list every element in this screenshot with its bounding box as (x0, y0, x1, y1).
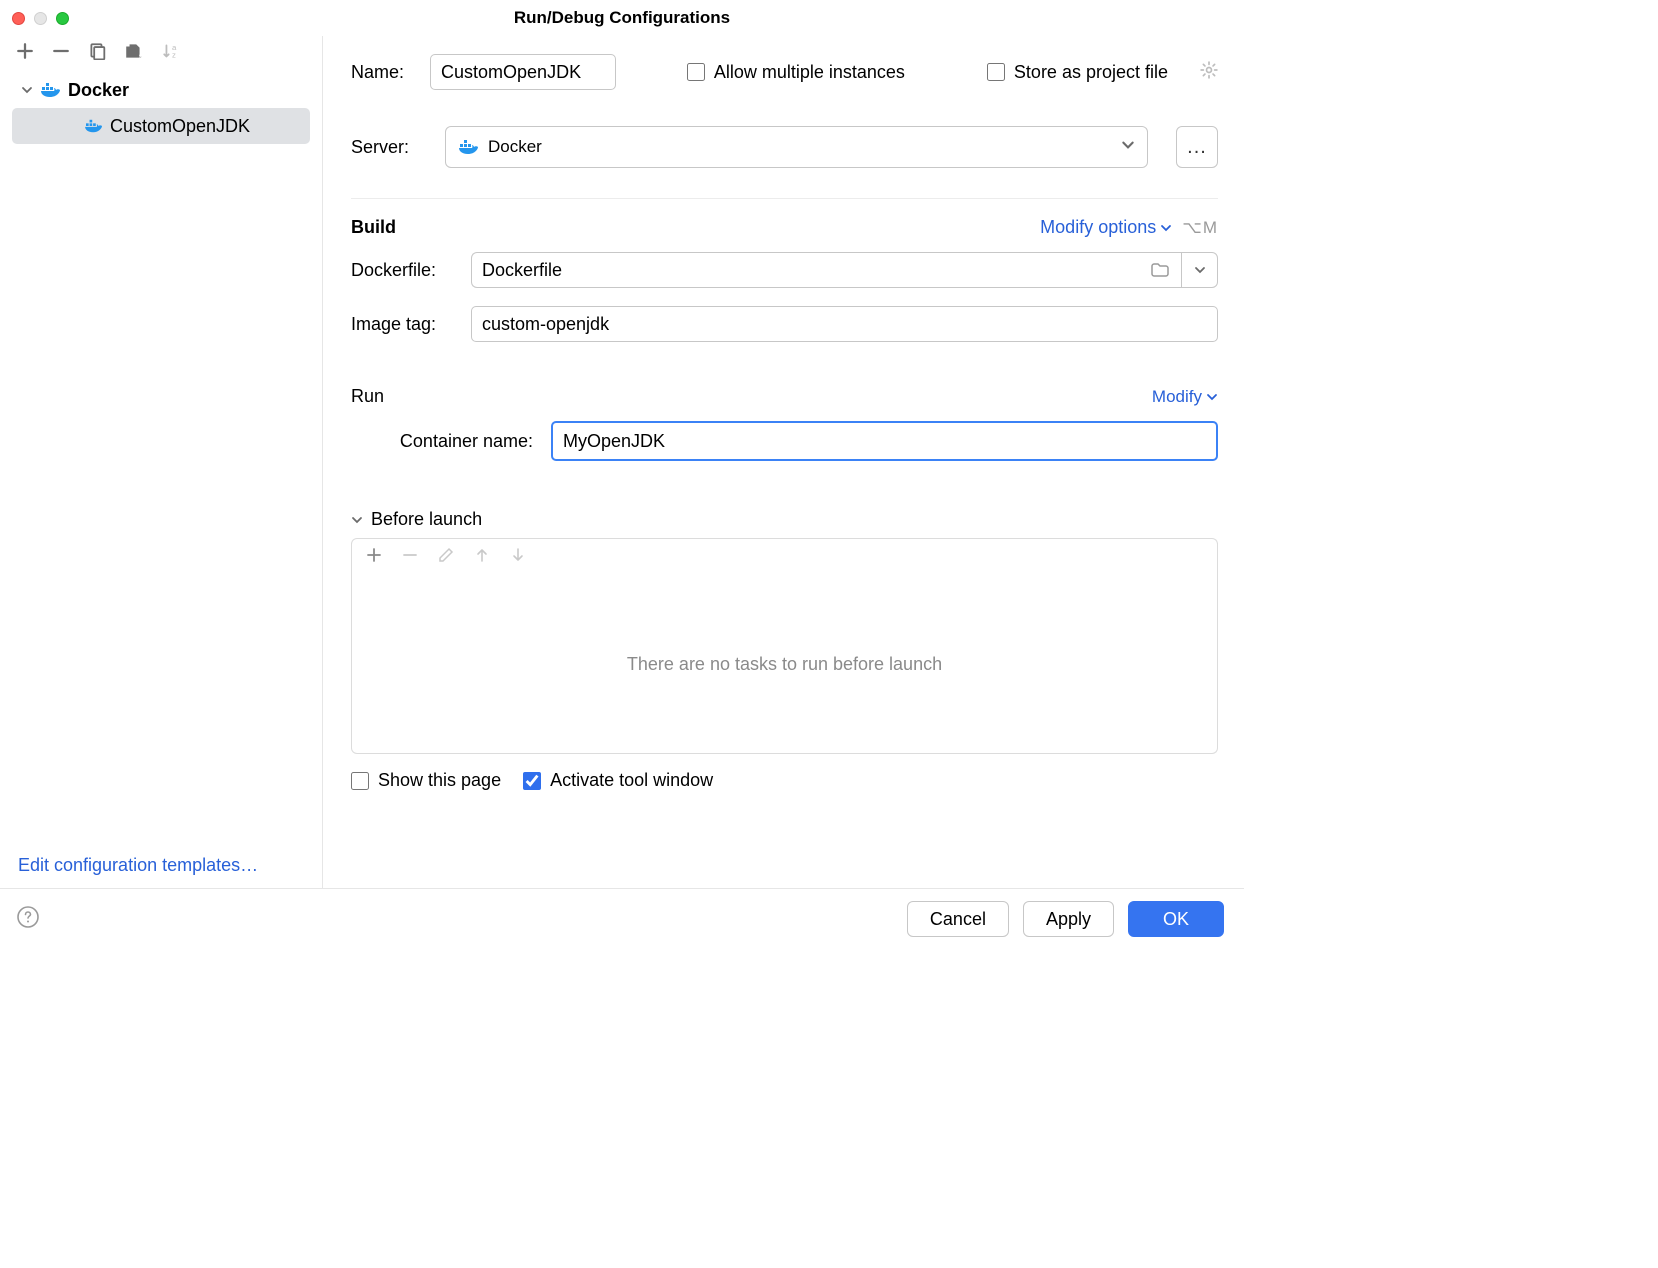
server-selected-value: Docker (488, 137, 542, 157)
folder-icon (1151, 262, 1169, 278)
image-tag-input[interactable] (471, 306, 1218, 342)
show-this-page-input[interactable] (351, 772, 369, 790)
cancel-button[interactable]: Cancel (907, 901, 1009, 937)
activate-tool-window-input[interactable] (523, 772, 541, 790)
image-tag-label: Image tag: (351, 314, 471, 335)
copy-config-icon[interactable] (88, 42, 106, 60)
tree-group-label: Docker (68, 80, 129, 101)
dockerfile-label: Dockerfile: (351, 260, 471, 281)
sidebar: az Docker CustomOpenJDK (0, 36, 323, 888)
before-launch-section: Before launch (351, 509, 1218, 754)
build-title: Build (351, 217, 396, 238)
run-header: Run Modify (351, 386, 1218, 407)
dockerfile-row: Dockerfile: (351, 252, 1218, 288)
name-label: Name: (351, 62, 404, 83)
divider (351, 198, 1218, 199)
allow-multiple-input[interactable] (687, 63, 705, 81)
tree-item-label: CustomOpenJDK (110, 116, 250, 137)
store-as-project-file-input[interactable] (987, 63, 1005, 81)
footer-options: Show this page Activate tool window (351, 770, 1218, 791)
save-config-icon[interactable] (124, 42, 144, 60)
edit-templates-link-row: Edit configuration templates… (0, 845, 322, 888)
chevron-down-icon (1194, 264, 1206, 276)
store-as-project-file-label: Store as project file (1014, 62, 1168, 83)
modify-options-label: Modify options (1040, 217, 1156, 238)
chevron-down-icon (20, 83, 34, 97)
container-name-input[interactable] (551, 421, 1218, 461)
edit-templates-link[interactable]: Edit configuration templates… (18, 855, 258, 875)
show-this-page-label: Show this page (378, 770, 501, 791)
move-up-icon (474, 547, 490, 568)
run-title: Run (351, 386, 384, 407)
name-row: Name: Allow multiple instances Store as … (351, 54, 1218, 90)
main-panel: Name: Allow multiple instances Store as … (323, 36, 1244, 888)
ok-button[interactable]: OK (1128, 901, 1224, 937)
tree-item-customopenjdk[interactable]: CustomOpenJDK (12, 108, 310, 144)
move-down-icon (510, 547, 526, 568)
activate-tool-window-label: Activate tool window (550, 770, 713, 791)
container-name-label: Container name: (351, 431, 551, 452)
before-launch-list: There are no tasks to run before launch (351, 576, 1218, 754)
remove-config-icon[interactable] (52, 42, 70, 60)
name-input[interactable] (430, 54, 616, 90)
edit-task-icon (438, 547, 454, 568)
apply-button[interactable]: Apply (1023, 901, 1114, 937)
dockerfile-input[interactable] (471, 252, 1138, 288)
dialog-window: Run/Debug Configurations az (0, 0, 1244, 951)
docker-icon (40, 81, 62, 99)
dockerfile-dropdown-button[interactable] (1182, 252, 1218, 288)
modify-link[interactable]: Modify (1152, 387, 1218, 407)
add-task-icon[interactable] (366, 547, 382, 568)
before-launch-header[interactable]: Before launch (351, 509, 1218, 530)
allow-multiple-checkbox[interactable]: Allow multiple instances (687, 62, 905, 83)
chevron-down-icon (1121, 137, 1135, 157)
image-tag-row: Image tag: (351, 306, 1218, 342)
sidebar-toolbar: az (0, 36, 322, 70)
ellipsis-icon: ... (1187, 136, 1207, 159)
container-name-row: Container name: (351, 421, 1218, 461)
sort-alpha-icon: az (162, 42, 182, 60)
dialog-body: az Docker CustomOpenJDK (0, 36, 1244, 888)
docker-icon (458, 138, 480, 156)
allow-multiple-label: Allow multiple instances (714, 62, 905, 83)
remove-task-icon (402, 547, 418, 568)
add-config-icon[interactable] (16, 42, 34, 60)
modify-label: Modify (1152, 387, 1202, 407)
chevron-down-icon (1160, 222, 1172, 234)
build-header: Build Modify options ⌥M (351, 217, 1218, 238)
before-launch-empty-text: There are no tasks to run before launch (627, 654, 942, 675)
config-tree: Docker CustomOpenJDK (0, 70, 322, 845)
store-as-project-file-checkbox[interactable]: Store as project file (987, 62, 1168, 83)
chevron-down-icon (1206, 391, 1218, 403)
shortcut-hint: ⌥M (1182, 218, 1218, 238)
server-label: Server: (351, 137, 427, 158)
dialog-title: Run/Debug Configurations (0, 8, 1244, 28)
server-browse-button[interactable]: ... (1176, 126, 1218, 168)
before-launch-toolbar (351, 538, 1218, 576)
show-this-page-checkbox[interactable]: Show this page (351, 770, 501, 791)
server-row: Server: Docker ... (351, 126, 1218, 168)
gear-icon[interactable] (1200, 61, 1218, 84)
chevron-down-icon (351, 514, 363, 526)
activate-tool-window-checkbox[interactable]: Activate tool window (523, 770, 713, 791)
help-icon[interactable] (16, 905, 40, 934)
before-launch-title: Before launch (371, 509, 482, 530)
server-dropdown[interactable]: Docker (445, 126, 1148, 168)
tree-group-docker[interactable]: Docker (0, 72, 322, 108)
modify-options-link[interactable]: Modify options (1040, 217, 1172, 238)
docker-icon (84, 118, 104, 134)
dialog-footer: Cancel Apply OK (0, 888, 1244, 951)
svg-text:z: z (172, 51, 176, 60)
titlebar: Run/Debug Configurations (0, 0, 1244, 36)
run-section: Run Modify Container name: (351, 360, 1218, 479)
dockerfile-folder-button[interactable] (1138, 252, 1182, 288)
